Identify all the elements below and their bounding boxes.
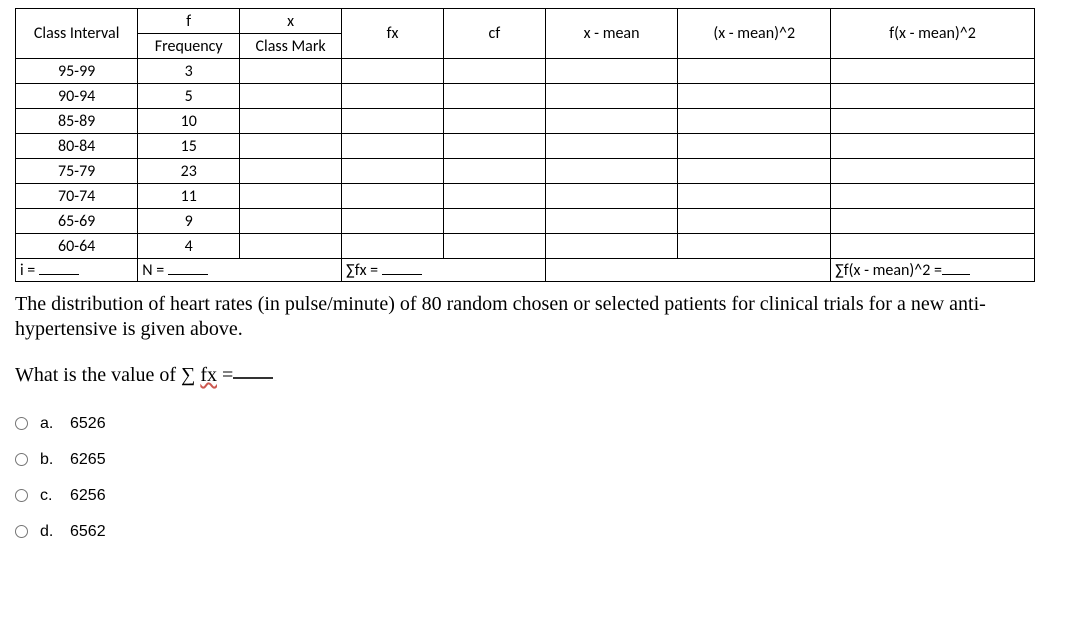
summary-sumfxmean2: ∑f(x - mean)^2 = bbox=[831, 259, 1035, 282]
col-header-class-interval: Class Interval bbox=[16, 9, 138, 59]
table-row: 60-644 bbox=[16, 234, 1035, 259]
option-b[interactable]: b. 6265 bbox=[15, 451, 1071, 469]
option-a[interactable]: a. 6526 bbox=[15, 415, 1071, 433]
radio-d[interactable] bbox=[15, 525, 28, 538]
option-c[interactable]: c. 6256 bbox=[15, 487, 1071, 505]
summary-i: i = bbox=[16, 259, 138, 282]
col-header-fx: fx bbox=[342, 9, 444, 59]
table-row: 65-699 bbox=[16, 209, 1035, 234]
col-header-xmean: x - mean bbox=[545, 9, 677, 59]
col-header-xmean2: (x - mean)^2 bbox=[678, 9, 831, 59]
radio-b[interactable] bbox=[15, 453, 28, 466]
options-group: a. 6526 b. 6265 c. 6256 d. 6562 bbox=[15, 415, 1071, 541]
radio-a[interactable] bbox=[15, 417, 28, 430]
description-text: The distribution of heart rates (in puls… bbox=[15, 292, 1055, 342]
table-row: 95-993 bbox=[16, 59, 1035, 84]
col-header-cf: cf bbox=[443, 9, 545, 59]
table-row: 70-7411 bbox=[16, 184, 1035, 209]
summary-n: N = bbox=[138, 259, 342, 282]
option-d[interactable]: d. 6562 bbox=[15, 523, 1071, 541]
table-row: 75-7923 bbox=[16, 159, 1035, 184]
col-header-fxmean2: f(x - mean)^2 bbox=[831, 9, 1035, 59]
col-header-x: x bbox=[240, 9, 342, 34]
col-subheader-frequency: Frequency bbox=[138, 34, 240, 59]
summary-row: i = N = ∑fx = ∑f(x - mean)^2 = bbox=[16, 259, 1035, 282]
summary-sumfx: ∑fx = bbox=[342, 259, 546, 282]
frequency-table: Class Interval f x fx cf x - mean (x - m… bbox=[15, 8, 1035, 282]
col-subheader-classmark: Class Mark bbox=[240, 34, 342, 59]
table-row: 85-8910 bbox=[16, 109, 1035, 134]
radio-c[interactable] bbox=[15, 489, 28, 502]
col-header-f: f bbox=[138, 9, 240, 34]
table-row: 90-945 bbox=[16, 84, 1035, 109]
table-row: 80-8415 bbox=[16, 134, 1035, 159]
question-text: What is the value of ∑ fx = bbox=[15, 364, 1071, 387]
